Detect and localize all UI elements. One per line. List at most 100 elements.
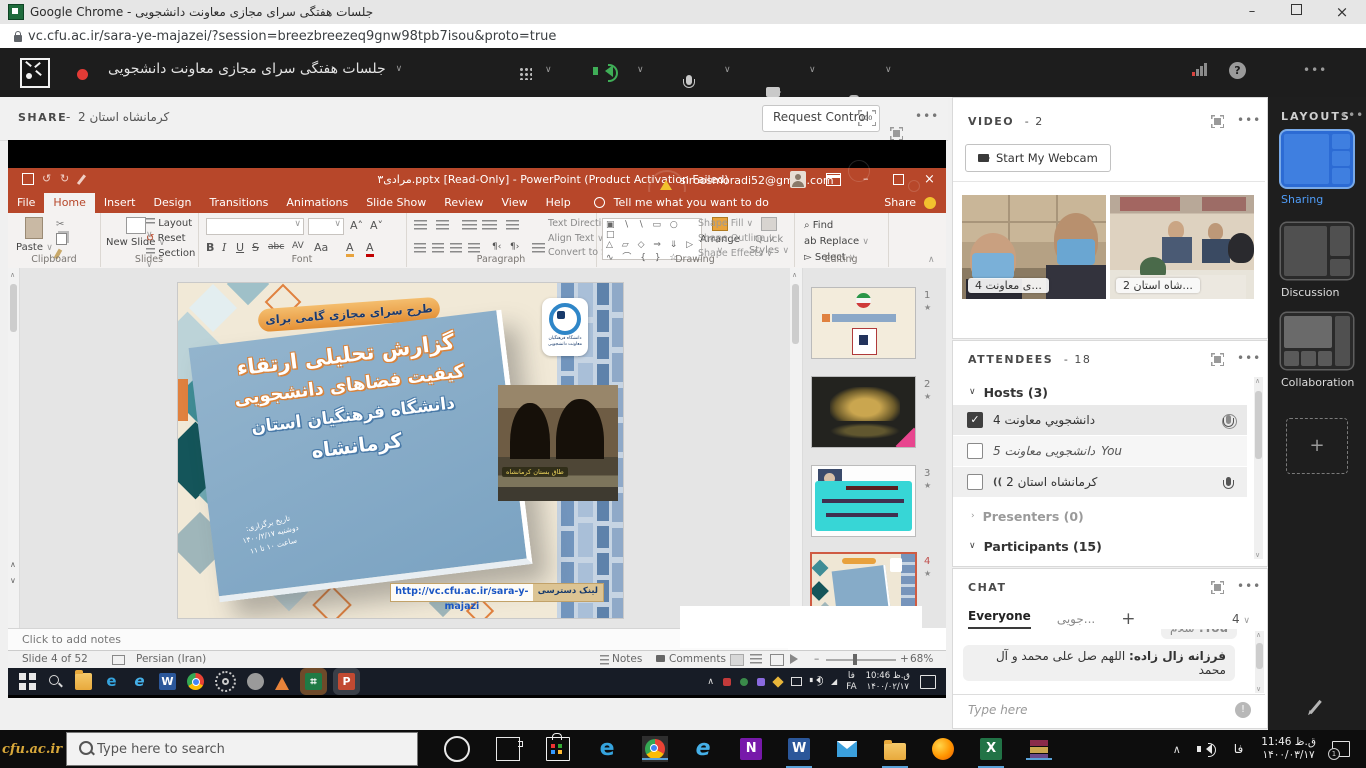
meeting-title-menu[interactable]: جلسات هفتگی سرای مجازی معاونت دانشجویی ∨ — [108, 61, 402, 77]
paste-button[interactable]: Paste ∨ — [16, 217, 53, 253]
zoom-track[interactable] — [826, 659, 896, 661]
attendee-checkbox-checked[interactable]: ✓ — [967, 412, 983, 428]
font-name-box[interactable]: ∨ — [206, 218, 304, 235]
ppt-minimize-icon[interactable]: – — [863, 172, 869, 185]
font-size-box[interactable]: ∨ — [308, 218, 344, 235]
help-icon[interactable]: ? — [1229, 62, 1246, 79]
connection-status-icon[interactable] — [1192, 62, 1208, 76]
tray-volume-icon[interactable] — [1201, 744, 1212, 754]
align-right-icon[interactable] — [450, 243, 462, 253]
tell-me-box[interactable]: Tell me what you want to do — [605, 193, 778, 213]
bold-button[interactable]: B — [206, 241, 214, 254]
reset-button[interactable]: ↺ Reset — [146, 233, 186, 244]
share-fullscreen-icon[interactable] — [890, 127, 903, 140]
mail-icon[interactable] — [836, 738, 858, 760]
minimize-button[interactable]: – — [1232, 0, 1272, 24]
file-explorer-icon[interactable] — [75, 673, 92, 690]
attendees-scrollbar[interactable]: ∧ ∨ — [1254, 377, 1263, 559]
display-settings-icon[interactable] — [112, 655, 125, 665]
reading-view-icon[interactable] — [770, 654, 784, 666]
microphone-icon[interactable] — [686, 75, 692, 85]
tray-volume-icon[interactable] — [811, 675, 822, 688]
video-feed-1[interactable]: ...ی معاونت 4 — [962, 195, 1106, 299]
strike-button[interactable]: S — [252, 241, 259, 254]
underline-button[interactable]: U — [236, 241, 244, 254]
smiley-icon[interactable] — [924, 197, 936, 209]
tab-transitions[interactable]: Transitions — [200, 193, 277, 213]
indent-decrease-icon[interactable] — [462, 220, 477, 230]
grow-font-icon[interactable]: A˄ — [350, 219, 363, 232]
chrome-icon-active[interactable] — [644, 738, 666, 760]
slide-thumbnail-2[interactable] — [812, 377, 915, 447]
share-pod-menu-icon[interactable]: ••• — [915, 109, 939, 123]
tab-insert[interactable]: Insert — [95, 193, 145, 213]
task-view-icon[interactable] — [496, 737, 520, 761]
add-layout-button[interactable]: + — [1286, 418, 1348, 474]
url-text[interactable]: vc.cfu.ac.ir/sara-ye-majazei/?session=br… — [28, 29, 556, 44]
justify-icon[interactable] — [468, 243, 480, 253]
vlc-icon[interactable] — [275, 670, 289, 690]
chevron-down-icon[interactable]: ∨ — [637, 65, 644, 75]
attendee-checkbox[interactable] — [967, 443, 983, 459]
chevron-down-icon[interactable]: ∨ — [545, 65, 552, 75]
photos-icon[interactable] — [247, 673, 264, 690]
attendee-row-host3[interactable]: (( کرمانشاه استان 2 — [953, 467, 1247, 497]
cortana-icon[interactable] — [444, 736, 470, 762]
clock[interactable]: ق.ظ 11:46 ۱۴۰۰/۰۳/۱۷ — [1261, 736, 1316, 762]
tray-display-icon[interactable] — [791, 677, 802, 686]
file-explorer-icon[interactable] — [884, 743, 906, 760]
start-webcam-button[interactable]: Start My Webcam — [965, 144, 1111, 172]
onenote-icon[interactable]: N — [740, 738, 762, 760]
tray-app1-icon[interactable] — [723, 678, 731, 686]
action-center-icon[interactable]: 1 — [1332, 741, 1350, 757]
start-icon[interactable] — [19, 673, 36, 690]
avatar[interactable] — [790, 171, 806, 188]
shape-outline-button[interactable]: Shape Outline ∨ — [698, 232, 793, 247]
word-icon[interactable]: W — [788, 738, 810, 760]
ltr-direction-icon[interactable]: ¶‹ — [492, 242, 501, 252]
slide-sorter-icon[interactable] — [750, 654, 762, 664]
adobe-connect-logo-icon[interactable] — [20, 58, 50, 88]
edge-icon[interactable]: e — [596, 738, 618, 760]
bullets-icon[interactable] — [414, 220, 427, 230]
zoom-out[interactable]: – — [814, 653, 819, 665]
inner-language-indicator[interactable]: فاFA — [846, 671, 857, 693]
align-left-icon[interactable] — [414, 243, 426, 253]
undo-icon[interactable]: ↺ — [42, 172, 51, 185]
slide-scrollbar[interactable]: ∧ ∧ ∨ — [8, 268, 20, 628]
notes-toggle[interactable]: Notes — [612, 653, 642, 665]
italic-button[interactable]: I — [222, 241, 226, 254]
notes-area[interactable]: Click to add notes — [8, 628, 788, 651]
normal-view-icon[interactable] — [730, 654, 744, 666]
tab-review[interactable]: Review — [435, 193, 492, 213]
tray-network-icon[interactable]: ◢ — [831, 677, 837, 686]
layout-collaboration-thumb[interactable] — [1281, 313, 1353, 369]
layout-sharing-label[interactable]: Sharing — [1281, 193, 1323, 206]
numbering-icon[interactable] — [436, 220, 449, 230]
powerpoint-app-icon[interactable]: P — [338, 673, 355, 690]
change-case-icon[interactable]: Aa — [314, 241, 328, 254]
chat-tab-everyone[interactable]: Everyone — [968, 609, 1031, 629]
ie-icon[interactable]: e — [131, 673, 148, 690]
pen-mode-icon[interactable] — [77, 174, 86, 184]
add-chat-tab-icon[interactable]: + — [1121, 609, 1135, 629]
comments-toggle[interactable]: Comments — [669, 653, 726, 665]
video-fullscreen-icon[interactable] — [1211, 115, 1224, 128]
layout-discussion-label[interactable]: Discussion — [1281, 286, 1340, 299]
align-center-icon[interactable] — [432, 243, 444, 253]
indent-increase-icon[interactable] — [482, 220, 497, 230]
replace-button[interactable]: ab Replace ∨ — [804, 234, 869, 250]
columns-icon[interactable] — [532, 243, 545, 253]
inner-action-center-icon[interactable] — [920, 675, 936, 689]
redo-icon[interactable]: ↻ — [60, 172, 69, 185]
video-pod-menu-icon[interactable]: ••• — [1237, 113, 1261, 127]
language-status[interactable]: Persian (Iran) — [136, 653, 206, 665]
ppt-restore-icon[interactable] — [893, 174, 904, 185]
shared-screen-region[interactable]: ↺ ↻ مرادی۳.pptx [Read-Only] - PowerPoint… — [8, 140, 946, 698]
overflow-menu-icon[interactable]: ••• — [1303, 63, 1327, 77]
chevron-down-icon[interactable]: ∨ — [885, 65, 892, 75]
ie-icon[interactable]: e — [692, 738, 714, 760]
tab-design[interactable]: Design — [144, 193, 200, 213]
thumbnails-scrollbar[interactable]: ∧ — [790, 268, 803, 628]
video-feed-2[interactable]: ...شاه استان 2 — [1110, 195, 1254, 299]
